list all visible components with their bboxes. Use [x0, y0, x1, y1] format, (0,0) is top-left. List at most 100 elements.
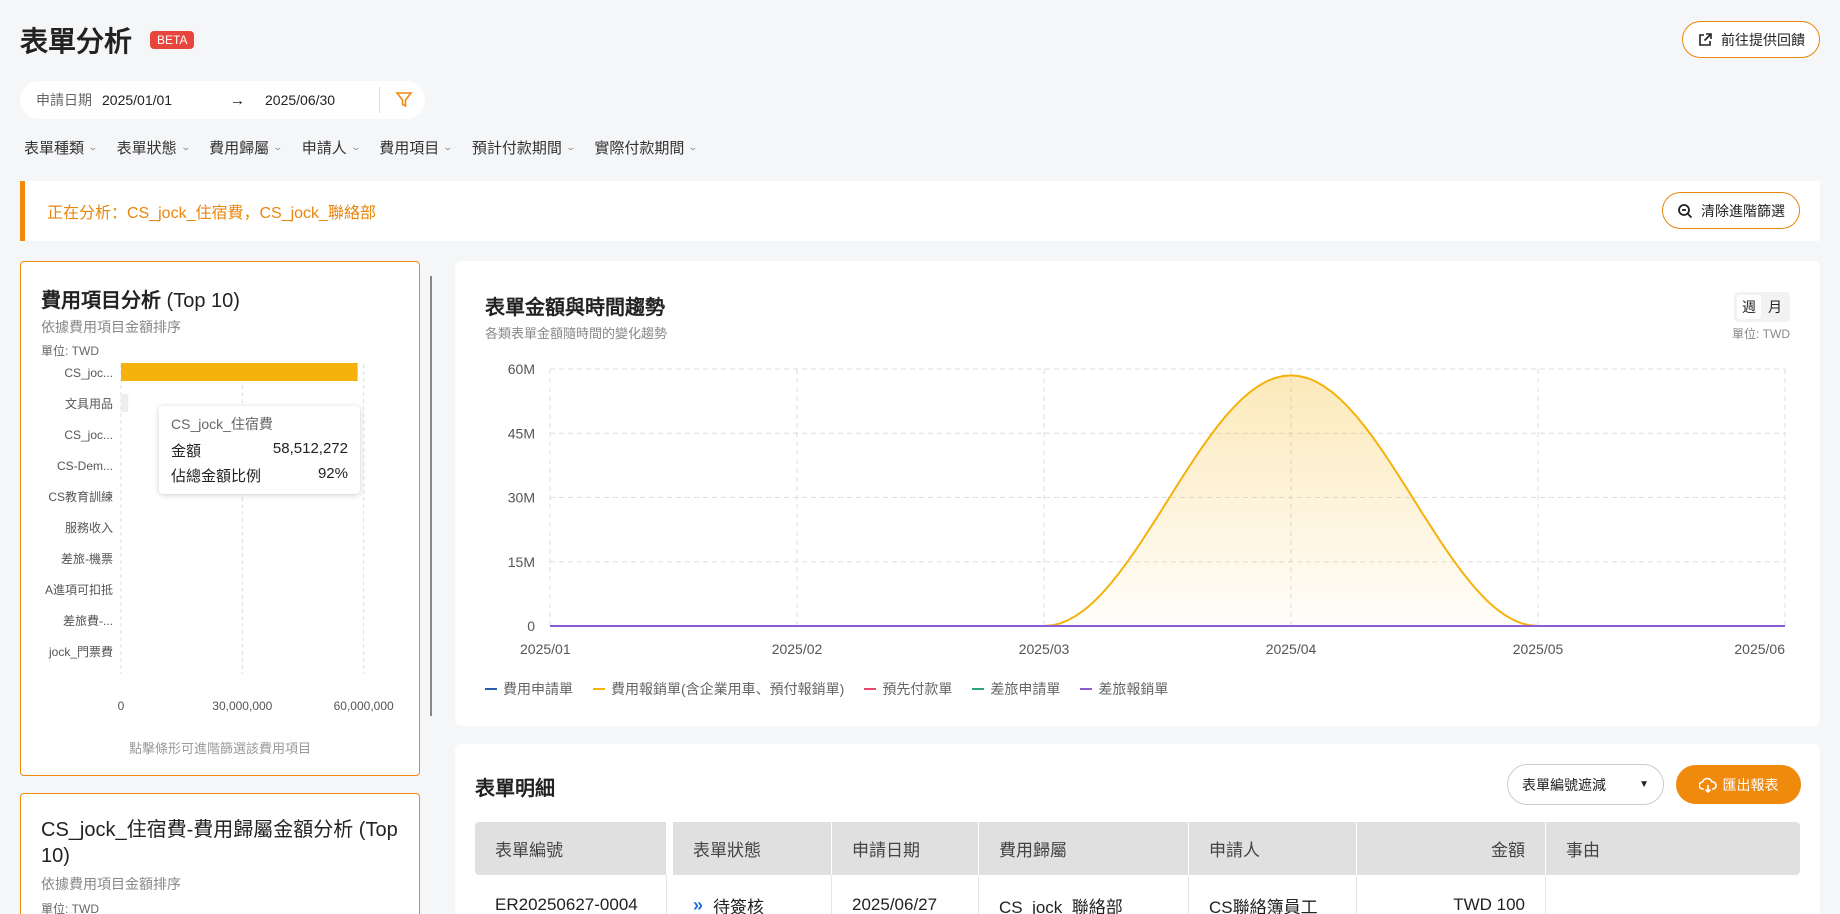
- column-header[interactable]: 費用歸屬: [979, 822, 1189, 875]
- column-header[interactable]: 表單編號: [475, 822, 667, 875]
- legend-item[interactable]: 費用報銷單(含企業用車、預付報銷單): [593, 679, 844, 699]
- mask-select[interactable]: 表單編號遮減 ▼: [1507, 764, 1664, 805]
- category-label: 差旅費-...: [63, 613, 113, 628]
- chevron-down-icon: ⌄: [565, 142, 576, 152]
- tooltip-value: 92%: [317, 465, 348, 482]
- date-start-input[interactable]: 2025/01/01: [102, 92, 222, 108]
- card-subtitle: 依據費用項目金額排序: [41, 876, 181, 892]
- arrow-right-icon: →: [230, 91, 245, 109]
- cell-amount: TWD 100: [1357, 875, 1546, 914]
- table-header: 表單編號 表單狀態 申請日期 費用歸屬 申請人 金額 事由: [475, 822, 1800, 875]
- category-label: CS教育訓練: [48, 489, 113, 504]
- x-tick-label: 60,000,000: [334, 699, 394, 713]
- tooltip-title: CS_jock_住宿費: [171, 416, 273, 432]
- table-row[interactable]: ER20250627-0004 » 待簽核 2025/06/27 CS_jock_…: [475, 875, 1800, 914]
- legend-item[interactable]: 費用申請單: [485, 679, 573, 699]
- legend-label: 預先付款單: [882, 681, 953, 697]
- date-label: 申請日期: [36, 92, 92, 108]
- date-range-filter: 申請日期 2025/01/01 → 2025/06/30: [20, 81, 425, 119]
- filter-actual-payment[interactable]: 實際付款期間 ⌄: [594, 137, 699, 158]
- y-tick-label: 15M: [508, 554, 535, 570]
- legend-swatch: [972, 688, 985, 690]
- chevron-down-icon: ⌄: [87, 142, 99, 152]
- x-tick-label: 2025/03: [1019, 641, 1070, 657]
- trend-area-chart[interactable]: 0 15M 30M 45M 60M 2025/01 2025/02 2025/03 2025/0…: [455, 261, 1820, 671]
- chevron-down-icon: ⌄: [350, 142, 361, 152]
- legend-label: 差旅申請單: [990, 681, 1061, 697]
- clear-filters-button[interactable]: 清除進階篩選: [1662, 192, 1800, 229]
- column-header[interactable]: 表單狀態: [673, 822, 832, 875]
- expense-analysis-card: 費用項目分析 (Top 10) 依據費用項目金額排序 單位: TWD CS_jo…: [20, 261, 420, 776]
- category-label: CS_joc...: [64, 366, 113, 380]
- page-title: 表單分析: [20, 26, 133, 57]
- chevron-down-icon: ⌄: [272, 142, 284, 152]
- caret-down-icon: ▼: [1639, 779, 1649, 790]
- category-label: 服務收入: [65, 521, 113, 535]
- chevron-down-icon: ⌄: [442, 142, 454, 152]
- tooltip-label: 佔總金額比例: [171, 468, 262, 485]
- legend-item[interactable]: 差旅報銷單: [1080, 679, 1168, 699]
- double-chevron-right-icon: »: [693, 894, 704, 914]
- x-tick-label: 0: [118, 699, 125, 713]
- category-label: 文具用品: [65, 396, 113, 411]
- divider: [379, 87, 380, 113]
- filter-label: 表單種類: [24, 140, 85, 157]
- x-tick-label: 2025/05: [1513, 641, 1564, 657]
- beta-badge: BETA: [150, 31, 195, 49]
- y-tick-label: 60M: [508, 361, 535, 377]
- chevron-down-icon: ⌄: [180, 142, 191, 152]
- legend-swatch: [485, 688, 497, 690]
- mask-select-value: 表單編號遮減: [1522, 776, 1606, 793]
- cell-form-id[interactable]: ER20250627-0004: [475, 875, 667, 914]
- analysis-banner: 正在分析：CS_jock_住宿費，CS_jock_聯絡部 清除進階篩選: [20, 181, 1820, 241]
- filter-applicant[interactable]: 申請人 ⌄: [301, 137, 361, 158]
- x-tick-label: 2025/01: [520, 641, 571, 657]
- filter-fee-owner[interactable]: 費用歸屬 ⌄: [209, 137, 284, 158]
- filter-label: 費用項目: [379, 140, 440, 157]
- column-header[interactable]: 金額: [1357, 822, 1546, 875]
- x-tick-label: 2025/06: [1734, 641, 1785, 657]
- legend-swatch: [1080, 688, 1093, 690]
- export-label: 匯出報表: [1722, 776, 1779, 793]
- card-title: CS_jock_住宿費-費用歸屬金額分析 (Top 10): [41, 819, 398, 867]
- chart-tooltip: CS_jock_住宿費 金額 58,512,272 佔總金額比例 92%: [159, 406, 360, 494]
- category-label: jock_門票費: [48, 644, 113, 659]
- legend-label: 費用報銷單(含企業用車、預付報銷單): [611, 681, 845, 697]
- export-button[interactable]: 匯出報表: [1676, 765, 1801, 804]
- cloud-download-icon: [1698, 777, 1717, 793]
- legend-item[interactable]: 預先付款單: [864, 679, 952, 699]
- date-end-input[interactable]: 2025/06/30: [265, 92, 365, 108]
- legend-item[interactable]: 差旅申請單: [972, 679, 1060, 699]
- filter-form-type[interactable]: 表單種類 ⌄: [24, 137, 99, 158]
- filter-expected-payment[interactable]: 預計付款期間 ⌄: [472, 137, 576, 158]
- filter-label: 申請人: [301, 140, 347, 157]
- scrollbar[interactable]: [430, 276, 432, 716]
- filter-form-status[interactable]: 表單狀態 ⌄: [117, 137, 191, 158]
- filter-icon[interactable]: [394, 90, 414, 110]
- trend-card: 表單金額與時間趨勢 各類表單金額隨時間的變化趨勢 週 月 單位: TWD 0 15…: [455, 261, 1820, 726]
- filter-expense-item[interactable]: 費用項目 ⌄: [379, 137, 454, 158]
- legend-swatch: [593, 688, 605, 690]
- y-tick-label: 30M: [508, 490, 535, 506]
- category-label: 差旅-機票: [61, 551, 113, 566]
- chevron-down-icon: ⌄: [687, 142, 699, 152]
- form-detail-card: 表單明細 表單編號遮減 ▼ 匯出報表 表單編號 表單狀態 申請日期 費用歸屬 申…: [455, 744, 1820, 914]
- table-title: 表單明細: [475, 778, 555, 800]
- chart-legend: 費用申請單 費用報銷單(含企業用車、預付報銷單) 預先付款單 差旅申請單 差旅報銷單: [485, 679, 1168, 699]
- tooltip-row-ratio: 佔總金額比例 92%: [171, 465, 348, 486]
- category-label: CS_joc...: [64, 428, 113, 442]
- cell-fee-owner: CS_jock_聯絡部: [979, 875, 1189, 914]
- bar: [121, 363, 358, 381]
- legend-swatch: [864, 688, 877, 690]
- feedback-button[interactable]: 前往提供回饋: [1682, 21, 1820, 58]
- column-header[interactable]: 申請人: [1189, 822, 1357, 875]
- status-text: 待簽核: [713, 897, 765, 914]
- analysis-text: 正在分析：CS_jock_住宿費，CS_jock_聯絡部: [47, 205, 376, 222]
- page-header: 表單分析 BETA: [20, 20, 195, 60]
- cell-applicant: CS聯絡簿員工: [1189, 875, 1357, 914]
- column-header[interactable]: 事由: [1546, 822, 1800, 875]
- column-header[interactable]: 申請日期: [832, 822, 979, 875]
- x-tick-label: 2025/02: [772, 641, 823, 657]
- feedback-label: 前往提供回饋: [1721, 31, 1805, 48]
- filter-label: 費用歸屬: [209, 140, 270, 157]
